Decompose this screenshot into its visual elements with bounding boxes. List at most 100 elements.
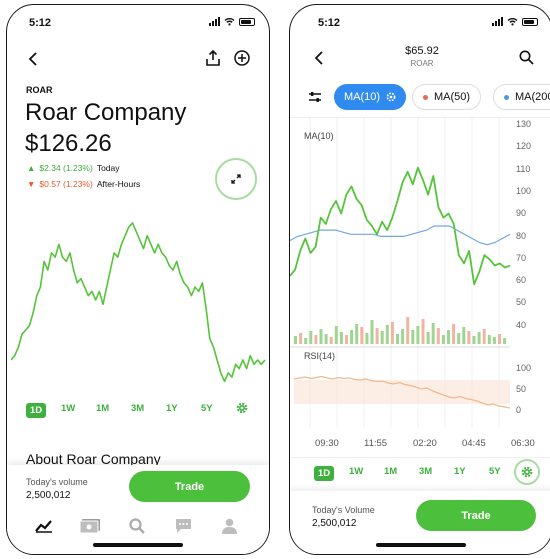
volume-bar: [365, 333, 369, 344]
status-icons: [492, 17, 538, 26]
search-tab-icon[interactable]: [129, 518, 145, 534]
wifi-icon: [507, 18, 518, 26]
volume-bar: [294, 336, 297, 344]
volume-value: 2,500,012: [312, 518, 357, 529]
price-tick-label: 100: [516, 185, 532, 196]
indicator-chart-screen: 5:12 $65.92 ROAR MA(10) MA(50) MA(200) M…: [289, 4, 550, 555]
trade-button[interactable]: Trade: [129, 471, 250, 502]
range-5y[interactable]: 5Y: [201, 403, 213, 414]
volume-bar: [462, 327, 466, 344]
chart-tab-icon[interactable]: [35, 519, 53, 533]
rsi-panel-label: RSI(14): [304, 351, 336, 361]
price-tick-label: 80: [516, 230, 527, 241]
chip-ma10[interactable]: MA(10): [334, 84, 407, 110]
volume-label: Today's volume: [26, 477, 88, 487]
chip-ma50-label: MA(50): [434, 91, 471, 103]
price-tick-label: 110: [516, 163, 531, 174]
volume-bar: [487, 335, 491, 344]
volume-bar: [355, 324, 359, 344]
volume-bar: [452, 324, 456, 344]
volume-bar: [396, 334, 399, 344]
range-5y[interactable]: 5Y: [489, 466, 501, 477]
rsi-tick-label: 0: [516, 405, 522, 415]
volume-bar: [350, 330, 354, 344]
range-1m[interactable]: 1M: [384, 466, 397, 477]
price-tick-label: 60: [516, 275, 527, 286]
chip-ma50[interactable]: MA(50): [412, 84, 482, 110]
volume-bar: [324, 334, 328, 344]
battery-icon: [522, 17, 538, 26]
range-1y[interactable]: 1Y: [166, 403, 178, 414]
range-3m[interactable]: 3M: [419, 466, 432, 477]
add-circle-icon[interactable]: [234, 50, 250, 66]
down-triangle-icon: ▼: [27, 179, 36, 189]
volume-bar: [467, 331, 471, 344]
time-tick-label: 02:20: [413, 438, 437, 449]
expand-chart-button[interactable]: [215, 158, 257, 200]
status-icons: [209, 17, 255, 26]
messages-tab-icon[interactable]: [175, 518, 192, 534]
range-1d[interactable]: 1D: [26, 403, 47, 418]
volume-bar: [421, 319, 425, 344]
today-change-label: Today: [96, 163, 120, 173]
chip-ma200-label: MA(200): [515, 91, 550, 103]
range-1y[interactable]: 1Y: [454, 466, 466, 477]
home-indicator: [376, 543, 466, 547]
after-hours-change-value: $0.57 (1.23%): [39, 179, 93, 189]
volume-bar: [385, 325, 389, 344]
volume-bar: [447, 330, 450, 344]
volume-bar: [319, 329, 323, 344]
time-tick-label: 09:30: [315, 438, 339, 449]
chip-ma200[interactable]: MA(200): [493, 84, 550, 110]
volume-bar: [390, 322, 394, 344]
ma-panel-label: MA(10): [304, 131, 334, 141]
volume-bar: [436, 328, 440, 344]
status-bar: 5:12: [7, 15, 269, 33]
cash-tab-icon[interactable]: [79, 518, 101, 534]
chart-settings-button[interactable]: [514, 459, 540, 485]
range-1w[interactable]: 1W: [349, 466, 363, 477]
rsi-tick-label: 50: [516, 384, 527, 394]
chip-ma10-label: MA(10): [344, 91, 381, 103]
price-tick-label: 40: [516, 319, 527, 330]
volume-bar: [482, 329, 486, 344]
volume-bar: [503, 338, 507, 344]
filter-sliders-icon[interactable]: [308, 91, 322, 103]
ma200-color-dot: [504, 94, 509, 100]
settings-gear-icon[interactable]: [236, 402, 248, 414]
volume-bar: [314, 335, 318, 344]
volume-bars: [294, 317, 507, 344]
volume-bar: [431, 323, 435, 344]
signal-icon: [492, 17, 503, 26]
trade-button[interactable]: Trade: [416, 500, 536, 531]
ma50-color-dot: [423, 94, 428, 100]
account-tab-icon[interactable]: [222, 518, 237, 534]
header-ticker: ROAR: [410, 59, 434, 68]
status-time: 5:12: [318, 17, 341, 29]
wifi-icon: [224, 18, 235, 26]
share-icon[interactable]: [206, 50, 220, 66]
volume-bar: [380, 331, 384, 344]
settings-gear-icon: [521, 466, 533, 478]
back-arrow-icon[interactable]: [27, 52, 39, 66]
volume-bar: [498, 334, 501, 344]
back-arrow-icon[interactable]: [313, 51, 325, 65]
volume-bar: [329, 337, 333, 344]
today-change-value: $2.34 (1.23%): [39, 163, 93, 173]
range-1m[interactable]: 1M: [96, 403, 109, 414]
after-hours-change-label: After-Hours: [96, 179, 141, 189]
volume-bar: [370, 320, 374, 344]
volume-bar: [299, 333, 303, 344]
range-3m[interactable]: 3M: [131, 403, 144, 414]
battery-icon: [239, 17, 255, 26]
volume-bar: [477, 332, 481, 344]
volume-bar: [492, 337, 496, 344]
price-tick-label: 120: [516, 141, 532, 152]
time-tick-label: 04:45: [462, 438, 486, 449]
search-icon[interactable]: [519, 50, 534, 65]
volume-value: 2,500,012: [26, 490, 71, 501]
volume-bar: [411, 330, 415, 344]
time-tick-label: 06:30: [511, 438, 535, 449]
range-1d[interactable]: 1D: [314, 466, 335, 481]
range-1w[interactable]: 1W: [61, 403, 75, 414]
